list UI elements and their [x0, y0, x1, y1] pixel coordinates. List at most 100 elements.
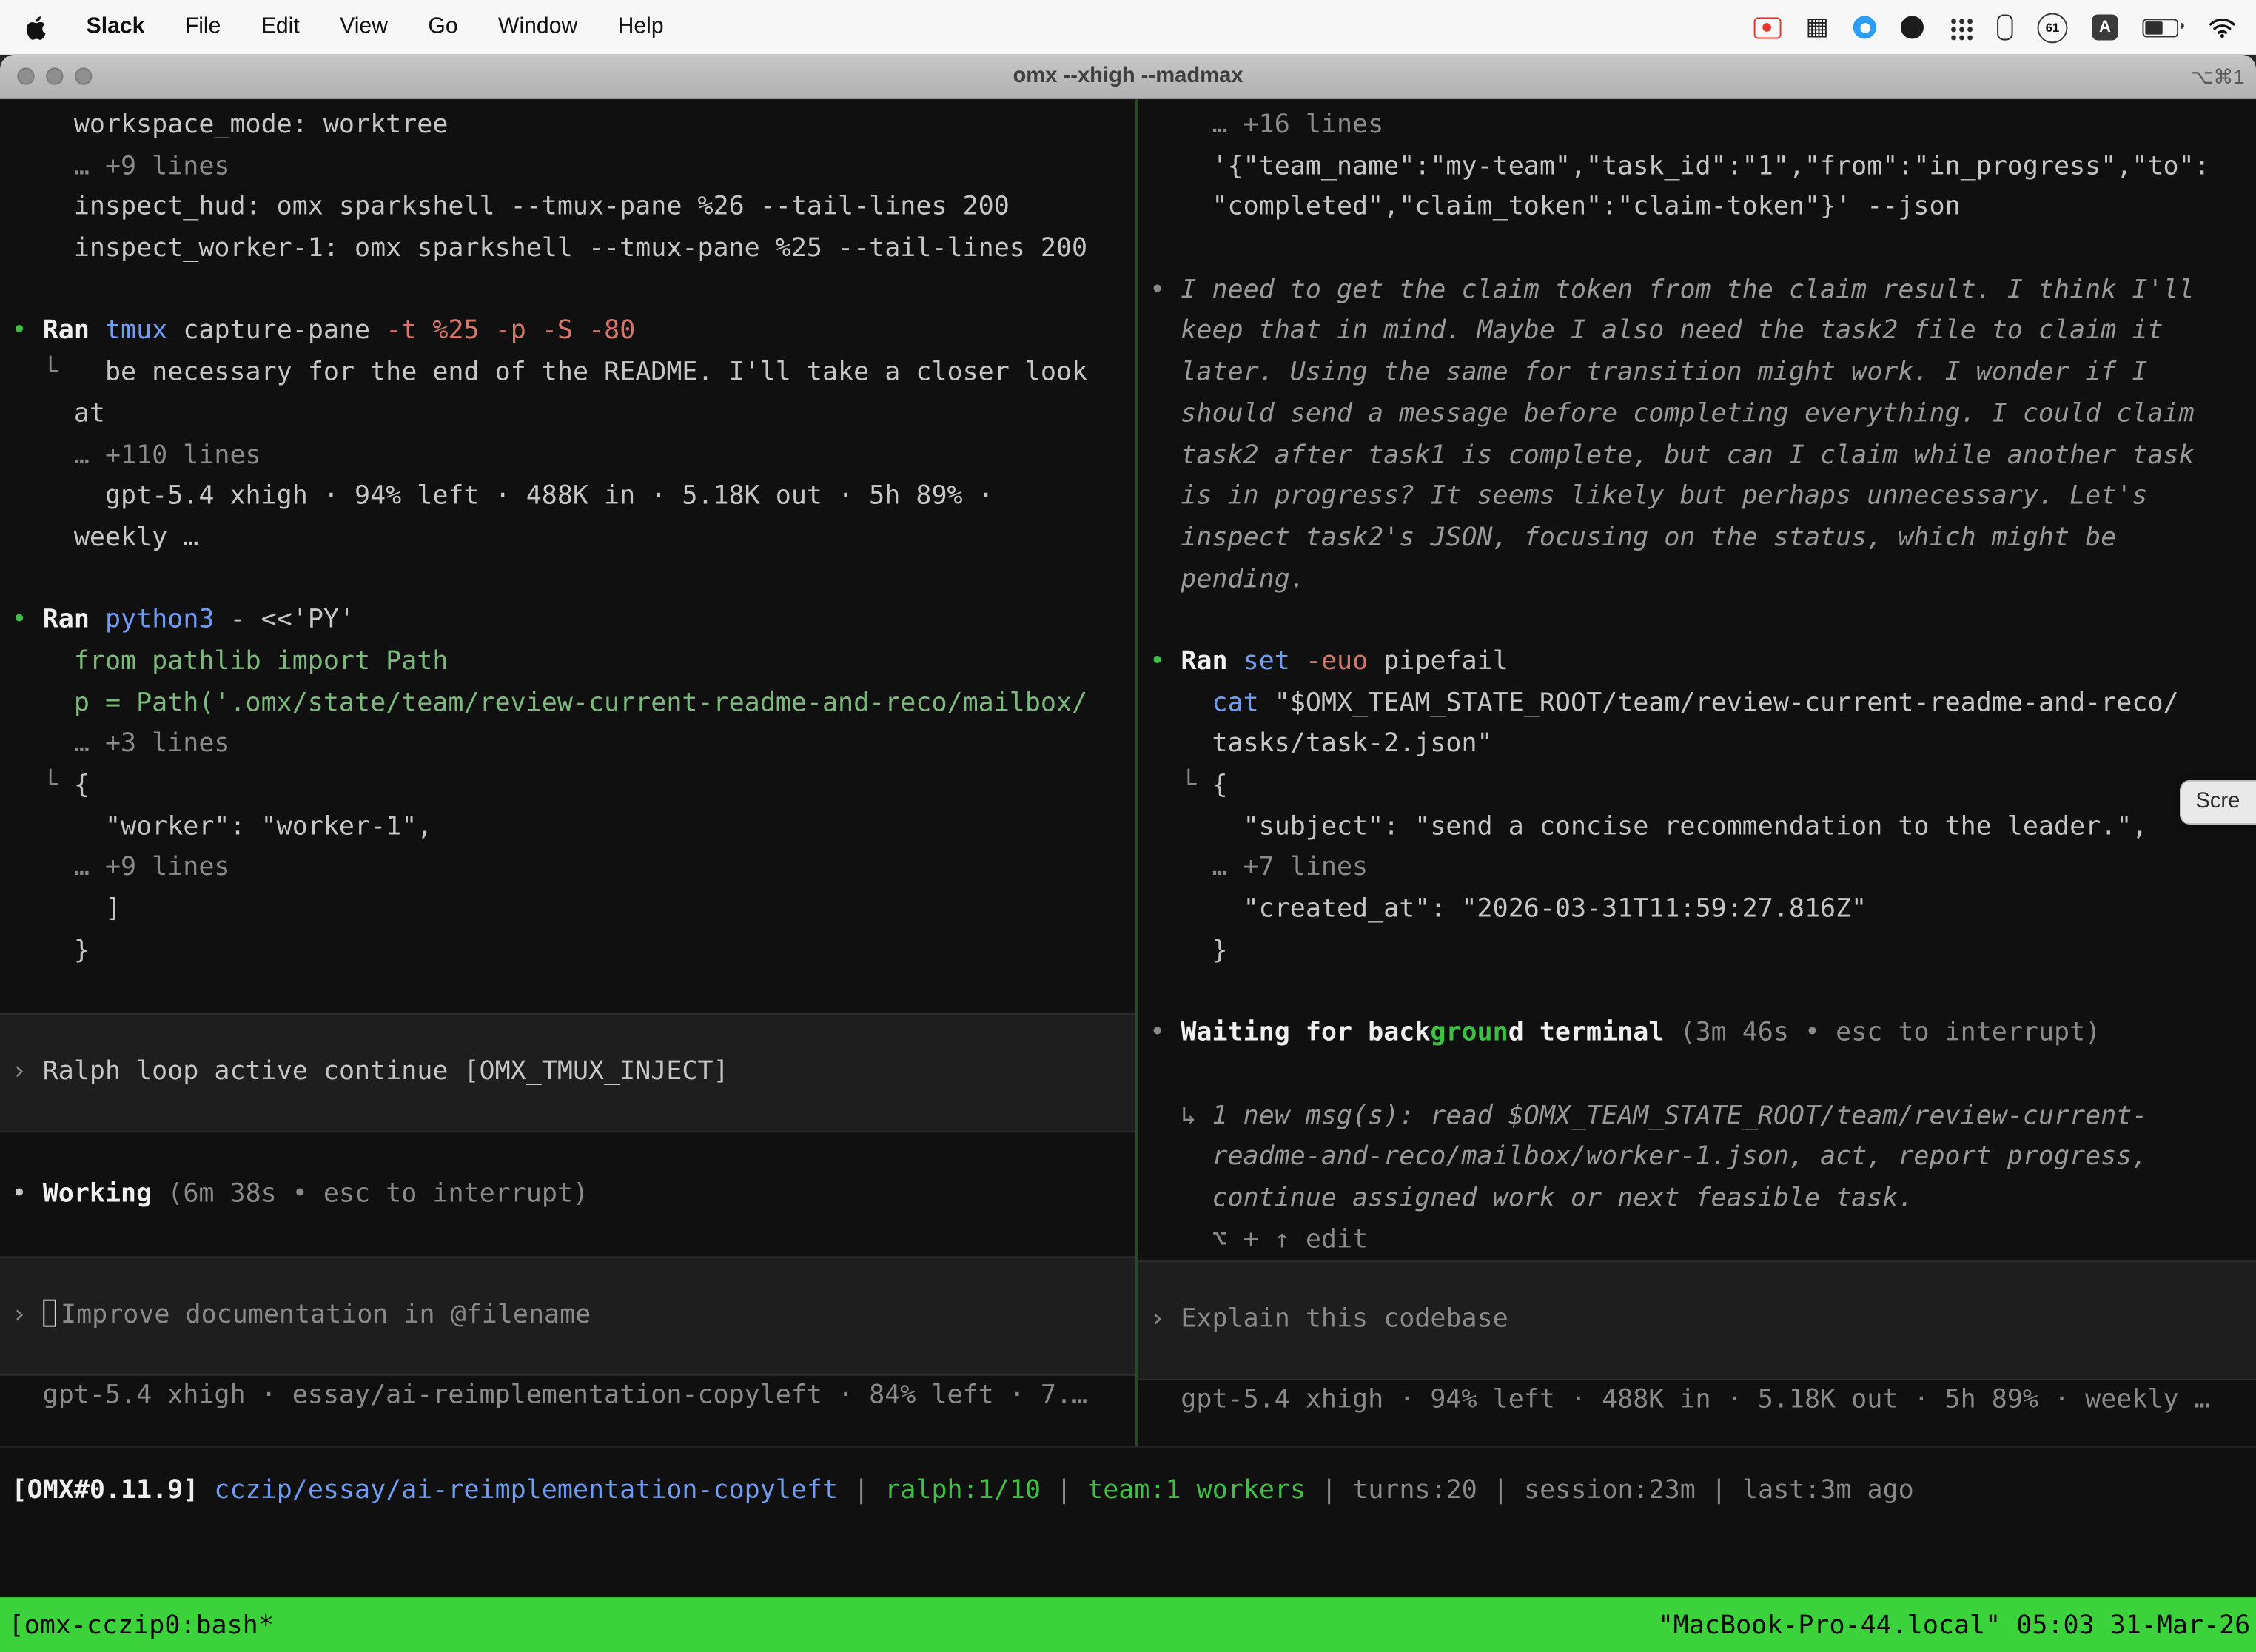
terminal-line: • Ran tmux capture-pane -t %25 -p -S -80	[12, 312, 1135, 353]
battery-fill	[2145, 21, 2162, 33]
omx-status-text: [OMX#0.11.9] cczip/essay/ai-reimplementa…	[12, 1471, 2256, 1512]
right-prompt-input[interactable]: › Explain this codebase	[1138, 1261, 2256, 1380]
terminal-line: … +9 lines	[12, 848, 1135, 890]
terminal-line: tasks/task-2.json"	[1149, 725, 2256, 766]
input-cursor[interactable]	[43, 1299, 56, 1326]
menu-bar-left: Slack File Edit View Go Window Help	[26, 14, 664, 40]
ralph-loop-banner: › Ralph loop active continue [OMX_TMUX_I…	[0, 1013, 1135, 1132]
terminal-line: weekly …	[12, 518, 1135, 560]
terminal-line: ]	[12, 890, 1135, 931]
menu-view[interactable]: View	[340, 14, 388, 40]
terminal-line: … +3 lines	[12, 725, 1135, 766]
terminal-line: task2 after task1 is complete, but can I…	[1149, 435, 2256, 477]
terminal-line: is in progress? It seems likely but perh…	[1149, 477, 2256, 518]
grid-icon[interactable]: ▦	[1805, 15, 1828, 39]
tmux-pane-left[interactable]: workspace_mode: worktree … +9 lines insp…	[0, 99, 1138, 1446]
screen-recording-icon[interactable]	[1753, 16, 1781, 38]
terminal-line	[12, 972, 1135, 1013]
tmux-session-name: [omx-cczip0:bash*	[9, 1610, 274, 1640]
menu-edit[interactable]: Edit	[261, 14, 300, 40]
dots-grid-icon[interactable]	[1948, 15, 1973, 39]
terminal-line: ⌥ + ↑ edit	[1149, 1220, 2256, 1261]
menu-bar: Slack File Edit View Go Window Help ▦ 61…	[0, 0, 2256, 55]
terminal-line: gpt-5.4 xhigh · 94% left · 488K in · 5.1…	[12, 477, 1135, 518]
terminal-line: └ be necessary for the end of the README…	[12, 353, 1135, 394]
terminal-line: continue assigned work or next feasible …	[1149, 1178, 2256, 1220]
terminal-line: › Ralph loop active continue [OMX_TMUX_I…	[12, 1052, 1135, 1094]
terminal-line: … +110 lines	[12, 435, 1135, 477]
terminal-line: '{"team_name":"my-team","task_id":"1","f…	[1149, 147, 2256, 188]
tmux-pane-right[interactable]: … +16 lines '{"team_name":"my-team","tas…	[1138, 99, 2256, 1446]
terminal-line: "worker": "worker-1",	[12, 807, 1135, 848]
terminal-line: "subject": "send a concise recommendatio…	[1149, 807, 2256, 848]
terminal-line	[1149, 600, 2256, 642]
dongle-icon[interactable]	[1997, 14, 2012, 40]
input-source-icon[interactable]: A	[2092, 14, 2118, 40]
terminal-line: › Explain this codebase	[1149, 1300, 2256, 1341]
omx-status-line: [OMX#0.11.9] cczip/essay/ai-reimplementa…	[0, 1471, 2256, 1512]
terminal-line: keep that in mind. Maybe I also need the…	[1149, 312, 2256, 353]
menu-help[interactable]: Help	[618, 14, 664, 40]
menu-file[interactable]: File	[185, 14, 221, 40]
terminal-line	[1149, 1055, 2256, 1096]
terminal-line: gpt-5.4 xhigh · 94% left · 488K in · 5.1…	[1149, 1380, 2256, 1421]
window-shortcut: ⌥⌘1	[2190, 55, 2245, 98]
battery-percent-icon[interactable]: 61	[2038, 13, 2068, 43]
window-title: omx --xhigh --madmax	[0, 55, 2256, 98]
terminal-line	[1149, 229, 2256, 270]
terminal-line: ↳ 1 new msg(s): read $OMX_TEAM_STATE_ROO…	[1149, 1096, 2256, 1138]
blue-app-icon[interactable]	[1853, 16, 1876, 38]
terminal-line: "completed","claim_token":"claim-token"}…	[1149, 187, 2256, 229]
menu-bar-status-icons: ▦ 61 A	[1753, 13, 2235, 43]
record-dot-icon	[1763, 23, 1772, 32]
terminal-line: › Improve documentation in @filename	[12, 1295, 1135, 1337]
terminal-line: └ {	[1149, 765, 2256, 807]
wifi-icon[interactable]	[2209, 16, 2236, 38]
terminal-line: inspect_worker-1: omx sparkshell --tmux-…	[12, 229, 1135, 270]
screenshot-overlay[interactable]: Scre	[2180, 780, 2256, 825]
left-prompt-input[interactable]: › Improve documentation in @filename	[0, 1256, 1135, 1375]
tmux-host-clock: "MacBook-Pro-44.local" 05:03 31-Mar-26	[1658, 1610, 2251, 1640]
terminal-line: at	[12, 394, 1135, 435]
terminal-line: inspect_hud: omx sparkshell --tmux-pane …	[12, 187, 1135, 229]
terminal-window: omx --xhigh --madmax ⌥⌘1 workspace_mode:…	[0, 55, 2256, 1652]
terminal-line: readme-and-reco/mailbox/worker-1.json, a…	[1149, 1137, 2256, 1178]
terminal-line: pending.	[1149, 559, 2256, 600]
terminal-line: inspect task2's JSON, focusing on the st…	[1149, 518, 2256, 560]
terminal-line: }	[1149, 930, 2256, 972]
terminal-line	[12, 559, 1135, 600]
terminal-line: • Ran set -euo pipefail	[1149, 642, 2256, 683]
terminal-line: • Waiting for background terminal (3m 46…	[1149, 1013, 2256, 1055]
window-titlebar[interactable]: omx --xhigh --madmax ⌥⌘1	[0, 55, 2256, 99]
terminal-line: gpt-5.4 xhigh · essay/ai-reimplementatio…	[12, 1375, 1135, 1417]
terminal-line: • Ran python3 - <<'PY'	[12, 600, 1135, 642]
terminal-line: … +16 lines	[1149, 105, 2256, 147]
tmux-status-bar: [omx-cczip0:bash* "MacBook-Pro-44.local"…	[0, 1597, 2256, 1652]
battery-percent-label: 61	[2046, 20, 2059, 34]
tmux-panes: workspace_mode: worktree … +9 lines insp…	[0, 99, 2256, 1448]
terminal-line	[12, 270, 1135, 312]
terminal-line: └ {	[12, 765, 1135, 807]
terminal-line: … +7 lines	[1149, 848, 2256, 890]
terminal-content: workspace_mode: worktree … +9 lines insp…	[0, 99, 2256, 1652]
terminal-line: "created_at": "2026-03-31T11:59:27.816Z"	[1149, 890, 2256, 931]
terminal-line: later. Using the same for transition mig…	[1149, 353, 2256, 394]
terminal-line	[1149, 972, 2256, 1013]
terminal-line: • Working (6m 38s • esc to interrupt)	[12, 1174, 1135, 1215]
screen: Slack File Edit View Go Window Help ▦ 61…	[0, 0, 2256, 1652]
terminal-line: … +9 lines	[12, 147, 1135, 188]
terminal-line: workspace_mode: worktree	[12, 105, 1135, 147]
app-menu-slack[interactable]: Slack	[87, 14, 145, 40]
menu-window[interactable]: Window	[498, 14, 577, 40]
terminal-line	[12, 1132, 1135, 1174]
terminal-line: }	[12, 930, 1135, 972]
menu-go[interactable]: Go	[428, 14, 457, 40]
terminal-line: should send a message before completing …	[1149, 394, 2256, 435]
terminal-line: p = Path('.omx/state/team/review-current…	[12, 683, 1135, 725]
terminal-line: from pathlib import Path	[12, 642, 1135, 683]
terminal-line: • I need to get the claim token from the…	[1149, 270, 2256, 312]
black-app-icon[interactable]	[1901, 16, 1924, 38]
terminal-line	[12, 1215, 1135, 1256]
apple-menu-icon[interactable]	[26, 15, 46, 39]
battery-icon[interactable]	[2142, 18, 2178, 36]
